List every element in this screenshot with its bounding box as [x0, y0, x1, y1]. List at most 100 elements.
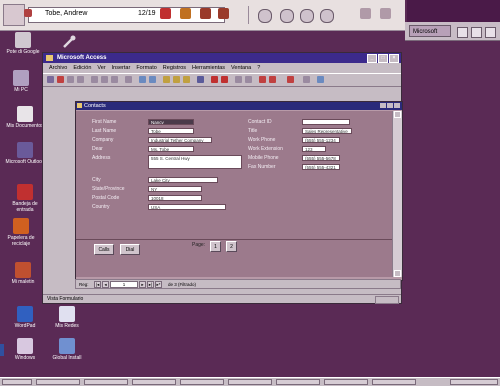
- title-field[interactable]: Sales Representative: [302, 128, 352, 134]
- taskbar-button-1[interactable]: [36, 379, 80, 385]
- calls-button[interactable]: Calls: [94, 244, 114, 255]
- mail-icon[interactable]: [180, 8, 191, 19]
- work-extension-field[interactable]: 123: [302, 146, 326, 152]
- cut-icon[interactable]: [91, 76, 98, 83]
- form-maximize-button[interactable]: [387, 103, 393, 108]
- office-links-icon[interactable]: [269, 76, 276, 83]
- work-phone-field[interactable]: (555) 555-1234: [302, 137, 340, 143]
- postal-code-field[interactable]: 10018: [148, 195, 202, 201]
- outlook-icon[interactable]: [3, 4, 25, 26]
- menu-edicion[interactable]: Edición: [73, 63, 91, 73]
- desktop-icon[interactable]: Bandeja de entrada: [4, 184, 46, 213]
- copy-icon[interactable]: [101, 76, 108, 83]
- folder-open-icon[interactable]: [218, 8, 229, 19]
- dial-button[interactable]: Dial: [120, 244, 140, 255]
- tray-icon-3[interactable]: [485, 27, 496, 38]
- calendar-icon[interactable]: [160, 8, 171, 19]
- filter-icon[interactable]: [163, 76, 170, 83]
- desktop-icon[interactable]: WordPad: [4, 306, 46, 329]
- properties-icon[interactable]: [235, 76, 242, 83]
- apply-filter-icon[interactable]: [183, 76, 190, 83]
- zoom-icon[interactable]: [303, 76, 310, 83]
- desktop-icon[interactable]: Windows: [4, 338, 46, 361]
- access-titlebar[interactable]: Microsoft Access _ □ ×: [43, 53, 401, 63]
- save-icon[interactable]: [57, 76, 64, 83]
- taskbar-button-2[interactable]: [84, 379, 128, 385]
- first-record-button[interactable]: |◂: [94, 281, 101, 288]
- desktop-icon[interactable]: Pote di Google: [2, 32, 44, 55]
- close-button[interactable]: ×: [389, 54, 399, 63]
- contacts-titlebar[interactable]: Contacts: [76, 102, 402, 110]
- desktop-icon[interactable]: [48, 34, 90, 51]
- paste-icon[interactable]: [111, 76, 118, 83]
- company-field[interactable]: Industrial Tether Company: [148, 137, 212, 143]
- refresh-icon[interactable]: [280, 9, 294, 23]
- country-field[interactable]: USA: [148, 204, 226, 210]
- gear-icon[interactable]: [258, 9, 272, 23]
- maximize-button[interactable]: □: [378, 54, 388, 63]
- taskbar-button-3[interactable]: [132, 379, 176, 385]
- tray-icon-2[interactable]: [471, 27, 482, 38]
- page-1-button[interactable]: 1: [210, 241, 221, 252]
- undo-icon[interactable]: [125, 76, 132, 83]
- help-icon-access[interactable]: [317, 76, 324, 83]
- taskbar-button-4[interactable]: [180, 379, 224, 385]
- state-field[interactable]: NY: [148, 186, 202, 192]
- folder-icon[interactable]: [200, 8, 211, 19]
- scroll-up-button[interactable]: [394, 111, 401, 118]
- last-name-field[interactable]: Tobe: [148, 128, 194, 134]
- sort-asc-icon[interactable]: [139, 76, 146, 83]
- print-icon[interactable]: [67, 76, 74, 83]
- desktop-icon[interactable]: Mis Documentos: [4, 106, 46, 129]
- menu-formato[interactable]: Formato: [136, 63, 156, 73]
- next-record-button[interactable]: ▸: [139, 281, 146, 288]
- current-record-field[interactable]: 1: [110, 281, 138, 288]
- taskbar-button-7[interactable]: [324, 379, 368, 385]
- search-icon[interactable]: [320, 9, 334, 23]
- options-icon[interactable]: [380, 8, 391, 19]
- form-vertical-scrollbar[interactable]: [392, 111, 402, 277]
- find-icon[interactable]: [197, 76, 204, 83]
- desktop-icon[interactable]: Mi PC: [0, 70, 42, 93]
- new-object-icon[interactable]: [259, 76, 266, 83]
- menu-help[interactable]: ?: [257, 63, 260, 73]
- first-name-field[interactable]: Nancy: [148, 119, 194, 125]
- view-icon[interactable]: [47, 76, 54, 83]
- minimize-button[interactable]: _: [367, 54, 377, 63]
- menu-herramientas[interactable]: Herramientas: [192, 63, 225, 73]
- mobile-phone-field[interactable]: (555) 555-5678: [302, 155, 340, 161]
- taskbar-button-8[interactable]: [372, 379, 416, 385]
- desktop-icon[interactable]: Microsoft Outlook: [4, 142, 46, 165]
- delete-record-icon[interactable]: [221, 76, 228, 83]
- menu-ver[interactable]: Ver: [97, 63, 105, 73]
- city-field[interactable]: Lake City: [148, 177, 218, 183]
- dear-field[interactable]: Ms. Tobe: [148, 146, 194, 152]
- sort-desc-icon[interactable]: [149, 76, 156, 83]
- scroll-down-button[interactable]: [394, 270, 401, 277]
- tray-button[interactable]: Microsoft: [409, 25, 451, 37]
- address-field-form[interactable]: 555 S. Central Hwy: [148, 155, 242, 169]
- contact-id-field[interactable]: [302, 119, 350, 125]
- taskbar-button-6[interactable]: [276, 379, 320, 385]
- form-close-button[interactable]: [394, 103, 400, 108]
- help-icon[interactable]: [300, 9, 314, 23]
- page-2-button[interactable]: 2: [226, 241, 237, 252]
- last-record-button[interactable]: ▸|: [147, 281, 154, 288]
- new-record-icon[interactable]: [211, 76, 218, 83]
- tools-icon[interactable]: [360, 8, 371, 19]
- database-icon[interactable]: [245, 76, 252, 83]
- fax-number-field[interactable]: (555) 555-4321: [302, 164, 340, 170]
- menu-archivo[interactable]: Archivo: [49, 63, 67, 73]
- menu-insertar[interactable]: Insertar: [112, 63, 131, 73]
- tray-icon-1[interactable]: [457, 27, 468, 38]
- desktop-icon[interactable]: Mi maletin: [2, 262, 44, 285]
- start-button[interactable]: [2, 379, 32, 385]
- desktop-icon[interactable]: Papelera de reciclaje: [0, 218, 42, 247]
- preview-icon[interactable]: [77, 76, 84, 83]
- form-minimize-button[interactable]: [380, 103, 386, 108]
- filter-form-icon[interactable]: [173, 76, 180, 83]
- taskbar-button-5[interactable]: [228, 379, 272, 385]
- new-record-nav-button[interactable]: ▸*: [155, 281, 162, 288]
- menu-registros[interactable]: Registros: [163, 63, 186, 73]
- desktop-icon[interactable]: Mis Redes: [46, 306, 88, 329]
